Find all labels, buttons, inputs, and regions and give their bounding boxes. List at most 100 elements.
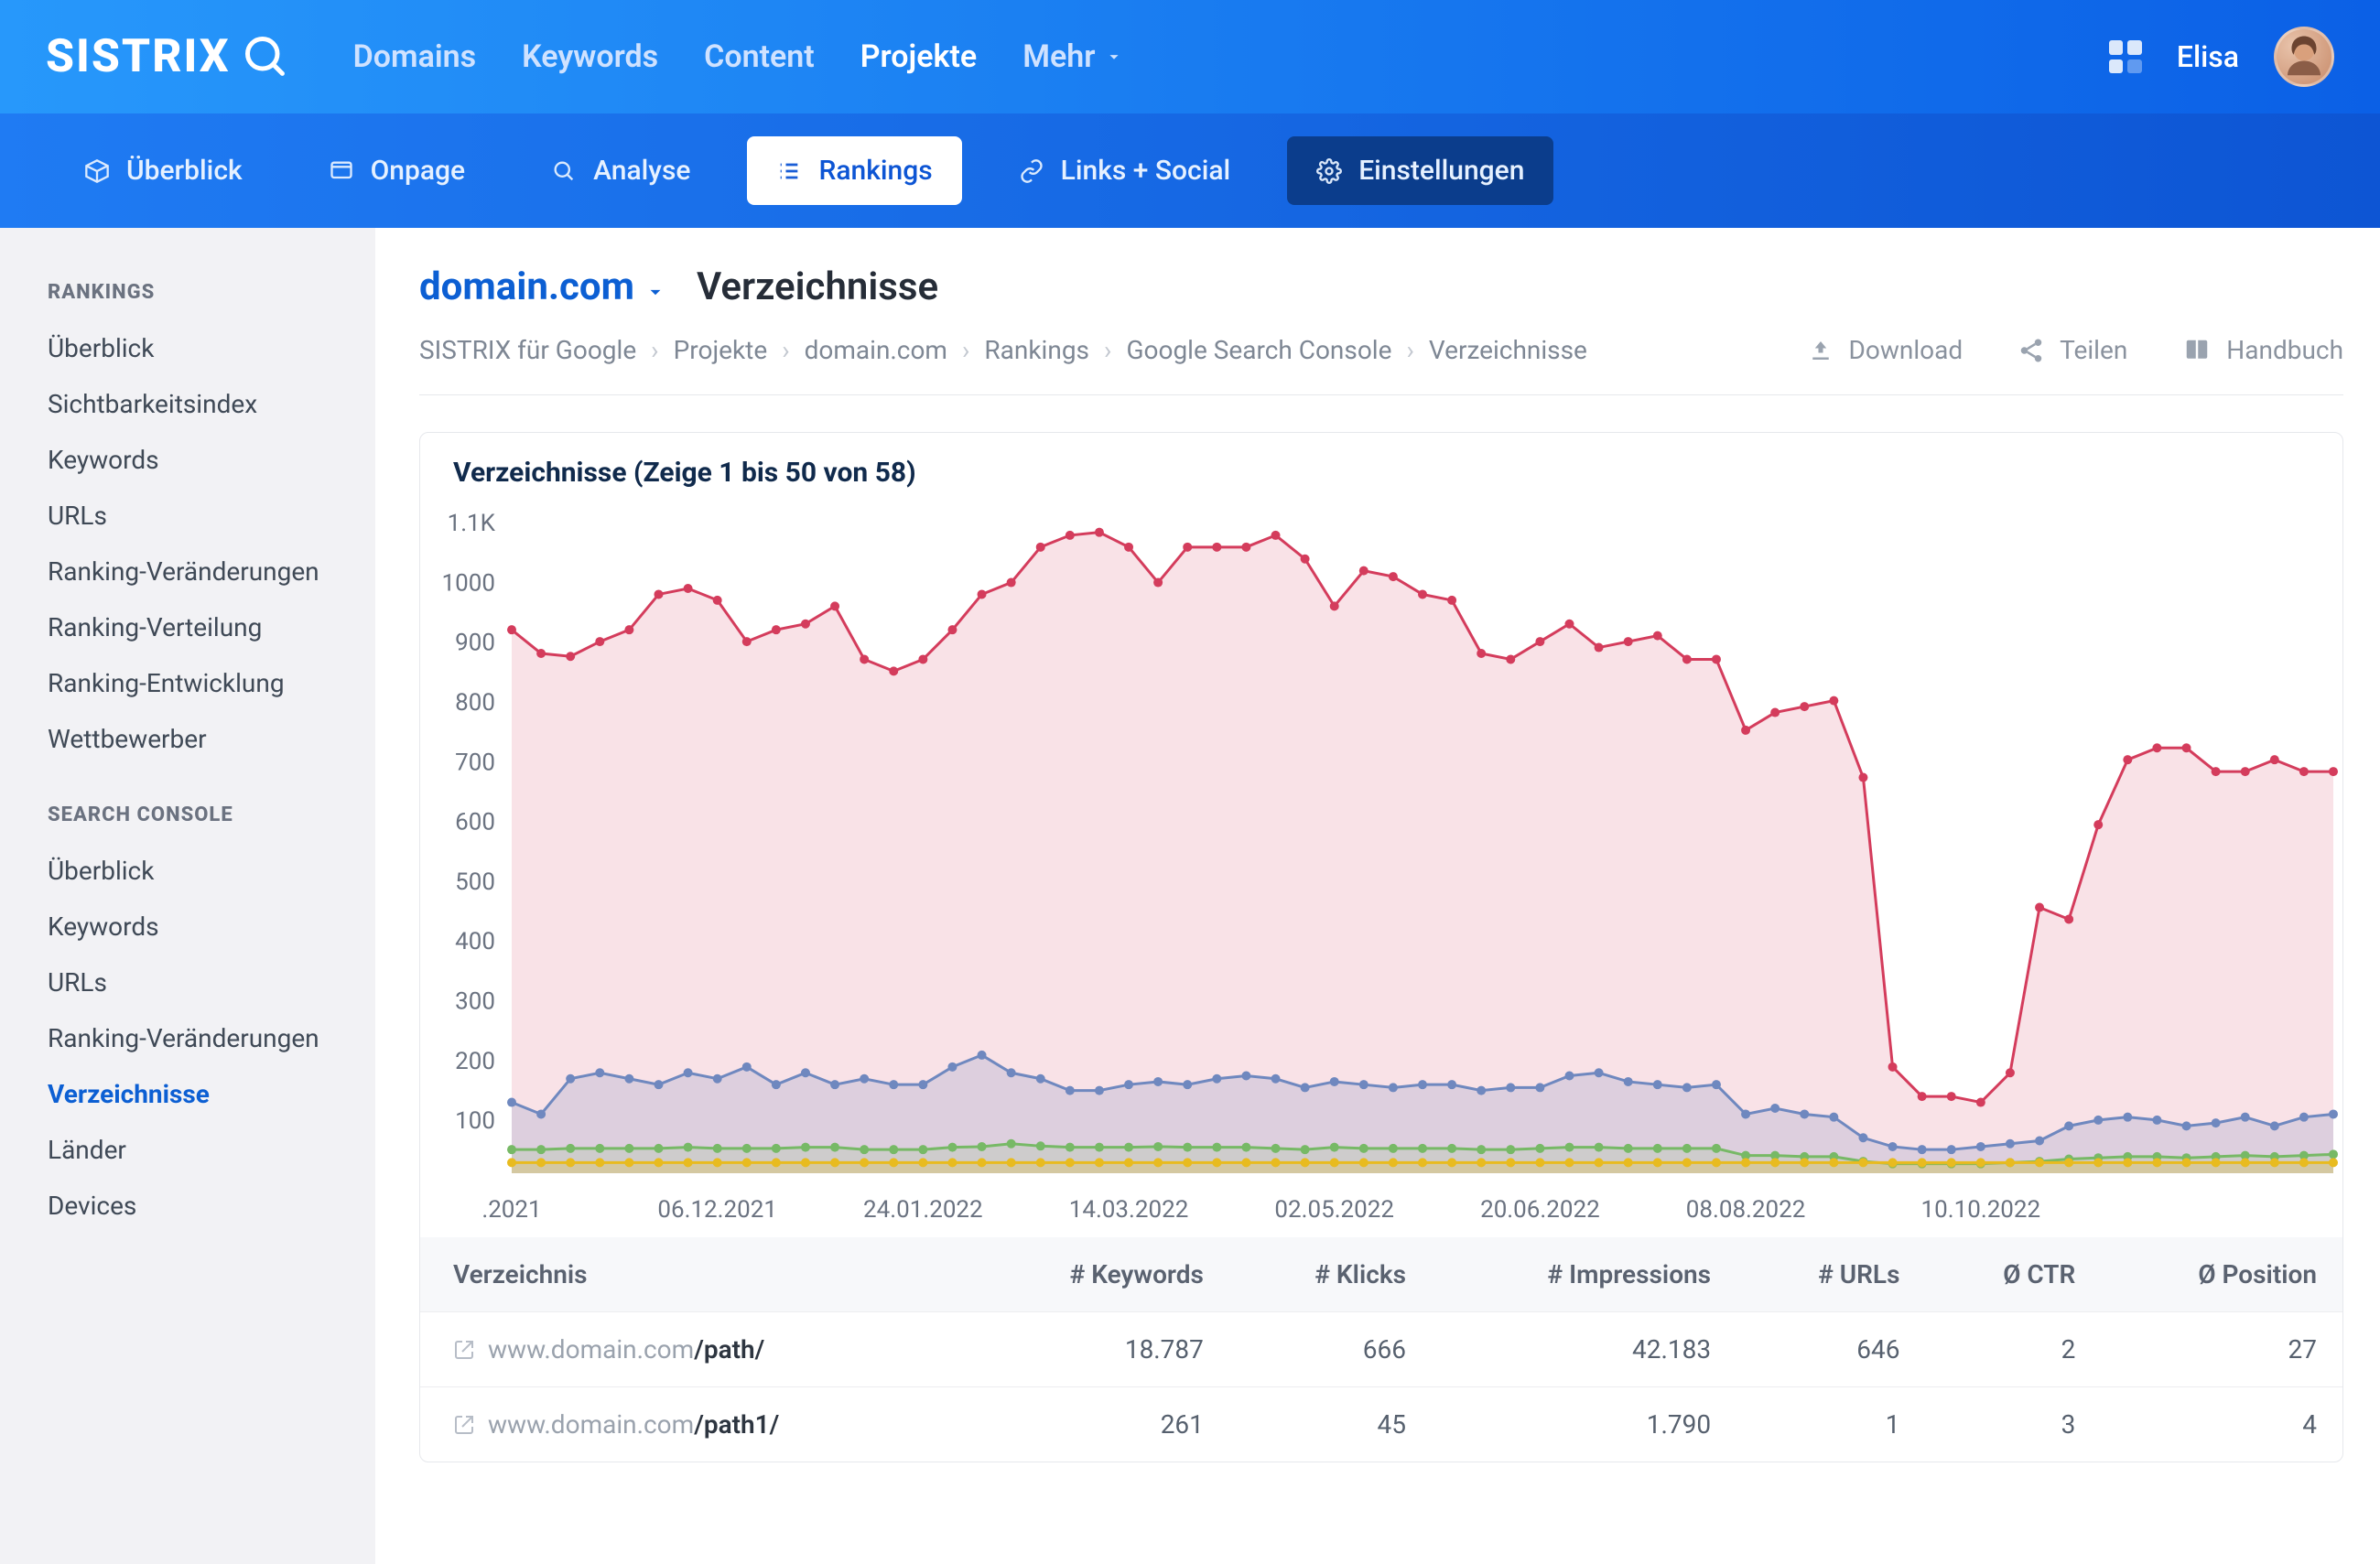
search-icon [551, 158, 577, 184]
svg-text:20.06.2022: 20.06.2022 [1480, 1196, 1600, 1224]
crumb[interactable]: Projekte [674, 335, 768, 365]
th-position[interactable]: Ø Position [2101, 1237, 2342, 1312]
nav-domains[interactable]: Domains [353, 38, 477, 75]
onpage-icon [329, 158, 354, 184]
nav-keywords[interactable]: Keywords [522, 38, 658, 75]
svg-text:900: 900 [455, 630, 495, 657]
tab-ueberblick[interactable]: Überblick [55, 136, 272, 205]
sidebar-item-wettbewerber[interactable]: Wettbewerber [48, 711, 375, 767]
table-header-row: Verzeichnis # Keywords # Klicks # Impres… [420, 1237, 2342, 1312]
crumb[interactable]: SISTRIX für Google [419, 335, 636, 365]
svg-text:14.03.2022: 14.03.2022 [1069, 1196, 1189, 1224]
crumb[interactable]: Rankings [984, 335, 1089, 365]
svg-text:300: 300 [455, 988, 495, 1016]
book-icon [2182, 337, 2212, 364]
sidebar-heading-rankings: RANKINGS [48, 281, 375, 304]
breadcrumb: SISTRIX für Google› Projekte› domain.com… [419, 335, 1587, 365]
svg-text:02.05.2022: 02.05.2022 [1274, 1196, 1394, 1224]
download-icon [1807, 337, 1834, 364]
tab-analyse[interactable]: Analyse [522, 136, 719, 205]
row-path: www.domain.com/path1/ [488, 1409, 779, 1440]
tab-label: Rankings [818, 155, 932, 187]
external-link-icon[interactable] [453, 1339, 475, 1361]
table-row[interactable]: www.domain.com/path1/261451.790134 [420, 1387, 2342, 1462]
action-label: Download [1849, 335, 1964, 365]
chevron-down-icon [1104, 47, 1124, 67]
sidebar-item-sc-urls[interactable]: URLs [48, 955, 375, 1010]
svg-text:400: 400 [455, 928, 495, 955]
tab-label: Analyse [593, 155, 690, 187]
chevron-down-icon [644, 280, 667, 304]
sidebar-item-ueberblick[interactable]: Überblick [48, 320, 375, 376]
svg-text:600: 600 [455, 809, 495, 836]
tab-einstellungen[interactable]: Einstellungen [1287, 136, 1553, 205]
th-urls[interactable]: # URLs [1736, 1237, 1925, 1312]
th-impressions[interactable]: # Impressions [1432, 1237, 1736, 1312]
sidebar-item-sc-devices[interactable]: Devices [48, 1178, 375, 1234]
user-name[interactable]: Elisa [2177, 39, 2239, 74]
cube-icon [84, 158, 110, 184]
manual-button[interactable]: Handbuch [2182, 335, 2343, 365]
main-menu: Domains Keywords Content Projekte Mehr [353, 38, 1125, 75]
sidebar-item-sichtbarkeit[interactable]: Sichtbarkeitsindex [48, 376, 375, 432]
row-position: 27 [2101, 1312, 2342, 1387]
tab-label: Onpage [371, 155, 465, 187]
sidebar-item-sc-ueberblick[interactable]: Überblick [48, 843, 375, 899]
table-row[interactable]: www.domain.com/path/18.78766642.18364622… [420, 1312, 2342, 1387]
domain-label: domain.com [419, 264, 634, 309]
sub-nav: Überblick Onpage Analyse Rankings Links … [0, 113, 2380, 228]
sidebar-item-urls[interactable]: URLs [48, 488, 375, 544]
share-icon [2018, 337, 2045, 364]
sidebar-item-rank-veraend[interactable]: Ranking-Veränderungen [48, 544, 375, 599]
row-ctr: 2 [1925, 1312, 2101, 1387]
table: Verzeichnis # Keywords # Klicks # Impres… [420, 1237, 2342, 1462]
svg-text:24.01.2022: 24.01.2022 [863, 1196, 983, 1224]
th-klicks[interactable]: # Klicks [1229, 1237, 1432, 1312]
tab-links-social[interactable]: Links + Social [990, 136, 1260, 205]
svg-text:.2021: .2021 [481, 1196, 541, 1224]
chart: 1.1K1000900800700600500400300200100.2021… [420, 505, 2342, 1237]
svg-text:200: 200 [455, 1048, 495, 1075]
download-button[interactable]: Download [1807, 335, 1964, 365]
search-icon [242, 33, 289, 81]
row-keywords: 18.787 [967, 1312, 1229, 1387]
svg-text:500: 500 [455, 868, 495, 896]
sidebar-item-rank-verteil[interactable]: Ranking-Verteilung [48, 599, 375, 655]
nav-content[interactable]: Content [704, 38, 815, 75]
row-keywords: 261 [967, 1387, 1229, 1462]
row-clicks: 45 [1229, 1387, 1432, 1462]
sidebar-item-rank-entw[interactable]: Ranking-Entwicklung [48, 655, 375, 711]
tab-onpage[interactable]: Onpage [299, 136, 494, 205]
sidebar-item-keywords[interactable]: Keywords [48, 432, 375, 488]
svg-text:06.12.2021: 06.12.2021 [657, 1196, 777, 1224]
th-ctr[interactable]: Ø CTR [1925, 1237, 2101, 1312]
row-clicks: 666 [1229, 1312, 1432, 1387]
crumb[interactable]: Verzeichnisse [1429, 335, 1587, 365]
crumb[interactable]: domain.com [805, 335, 947, 365]
sidebar-item-sc-keywords[interactable]: Keywords [48, 899, 375, 955]
avatar[interactable] [2274, 27, 2334, 87]
brand-logo[interactable]: SISTRIX [46, 30, 289, 83]
nav-mehr[interactable]: Mehr [1022, 38, 1124, 75]
action-label: Handbuch [2226, 335, 2343, 365]
th-verzeichnis[interactable]: Verzeichnis [420, 1237, 967, 1312]
sidebar-item-sc-verzeichnisse[interactable]: Verzeichnisse [48, 1066, 375, 1122]
domain-selector[interactable]: domain.com [419, 264, 667, 309]
share-button[interactable]: Teilen [2018, 335, 2127, 365]
sidebar-item-sc-rank-veraend[interactable]: Ranking-Veränderungen [48, 1010, 375, 1066]
row-position: 4 [2101, 1387, 2342, 1462]
tab-rankings[interactable]: Rankings [747, 136, 961, 205]
sidebar-item-sc-laender[interactable]: Länder [48, 1122, 375, 1178]
apps-icon[interactable] [2109, 40, 2142, 73]
nav-projekte[interactable]: Projekte [860, 38, 977, 75]
external-link-icon[interactable] [453, 1414, 475, 1436]
sidebar: RANKINGS Überblick Sichtbarkeitsindex Ke… [0, 228, 375, 1564]
row-urls: 1 [1736, 1387, 1925, 1462]
crumb[interactable]: Google Search Console [1126, 335, 1391, 365]
row-impressions: 42.183 [1432, 1312, 1736, 1387]
nav-mehr-label: Mehr [1022, 38, 1095, 75]
th-keywords[interactable]: # Keywords [967, 1237, 1229, 1312]
gear-icon [1316, 158, 1342, 184]
row-path: www.domain.com/path/ [488, 1334, 764, 1364]
breadcrumb-row: SISTRIX für Google› Projekte› domain.com… [419, 335, 2343, 395]
